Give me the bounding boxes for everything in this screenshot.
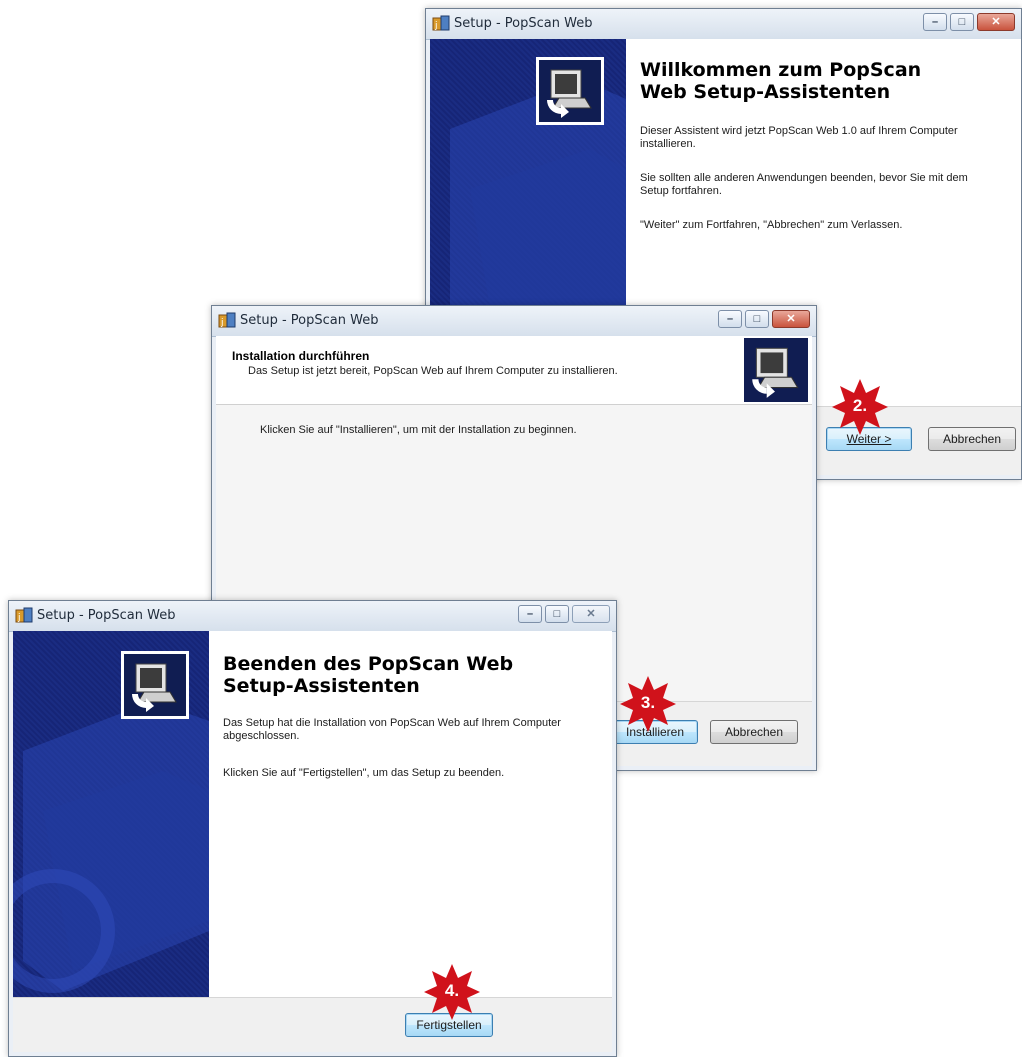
svg-text:j: j bbox=[220, 318, 224, 328]
maximize-icon: □ bbox=[753, 313, 761, 325]
minimize-button[interactable]: – bbox=[518, 605, 542, 623]
install-body-text: Klicken Sie auf "Installieren", um mit d… bbox=[260, 424, 577, 436]
close-icon: ✕ bbox=[786, 313, 796, 325]
install-titlebar[interactable]: j Setup - PopScan Web – □ ✕ bbox=[212, 306, 816, 337]
cancel-button[interactable]: Abbrechen bbox=[710, 720, 798, 744]
cancel-button-label: Abbrechen bbox=[724, 725, 784, 739]
welcome-paragraph-2: Sie sollten alle anderen Anwendungen bee… bbox=[640, 172, 968, 197]
minimize-icon: – bbox=[726, 313, 734, 325]
welcome-paragraph-3: "Weiter" zum Fortfahren, "Abbrechen" zum… bbox=[640, 219, 903, 231]
install-header: Installation durchführen Das Setup ist j… bbox=[216, 336, 812, 405]
welcome-titlebar[interactable]: j Setup - PopScan Web – □ ✕ bbox=[426, 9, 1021, 40]
minimize-button[interactable]: – bbox=[923, 13, 947, 31]
welcome-heading: Willkommen zum PopScan Web Setup-Assiste… bbox=[640, 59, 922, 103]
welcome-paragraph-1: Dieser Assistent wird jetzt PopScan Web … bbox=[640, 125, 958, 150]
step-label: 4. bbox=[444, 981, 460, 1000]
close-icon: ✕ bbox=[991, 16, 1001, 28]
svg-text:j: j bbox=[434, 21, 438, 31]
close-button[interactable]: ✕ bbox=[772, 310, 810, 328]
close-icon: ✕ bbox=[586, 608, 596, 620]
maximize-button[interactable]: □ bbox=[745, 310, 769, 328]
setup-app-icon: j bbox=[432, 15, 450, 31]
finish-titlebar[interactable]: j Setup - PopScan Web – □ ✕ bbox=[9, 601, 616, 632]
window-title: Setup - PopScan Web bbox=[37, 608, 176, 623]
step-badge-3: 3. bbox=[618, 674, 678, 734]
svg-text:j: j bbox=[17, 613, 21, 623]
finish-paragraph-1: Das Setup hat die Installation von PopSc… bbox=[223, 717, 561, 742]
maximize-button[interactable]: □ bbox=[950, 13, 974, 31]
setup-app-icon: j bbox=[15, 607, 33, 623]
close-button[interactable]: ✕ bbox=[572, 605, 610, 623]
setup-app-icon: j bbox=[218, 312, 236, 328]
maximize-icon: □ bbox=[553, 608, 561, 620]
window-title: Setup - PopScan Web bbox=[240, 313, 379, 328]
maximize-icon: □ bbox=[958, 16, 966, 28]
computer-install-icon bbox=[121, 651, 189, 719]
cancel-button-label: Abbrechen bbox=[942, 432, 1002, 446]
window-title: Setup - PopScan Web bbox=[454, 16, 593, 31]
computer-install-icon bbox=[744, 338, 808, 402]
maximize-button[interactable]: □ bbox=[545, 605, 569, 623]
install-header-subtitle: Das Setup ist jetzt bereit, PopScan Web … bbox=[248, 365, 618, 377]
close-button[interactable]: ✕ bbox=[977, 13, 1015, 31]
step-label: 3. bbox=[640, 693, 656, 712]
step-badge-2: 2. bbox=[830, 377, 890, 437]
finish-paragraph-2: Klicken Sie auf "Fertigstellen", um das … bbox=[223, 767, 505, 779]
minimize-button[interactable]: – bbox=[718, 310, 742, 328]
minimize-icon: – bbox=[931, 16, 939, 28]
finish-heading: Beenden des PopScan Web Setup-Assistente… bbox=[223, 653, 514, 697]
install-header-title: Installation durchführen bbox=[232, 349, 370, 363]
step-label: 2. bbox=[852, 396, 868, 415]
computer-install-icon bbox=[536, 57, 604, 125]
step-badge-4: 4. bbox=[422, 962, 482, 1022]
finish-window: j Setup - PopScan Web – □ ✕ Beenden des … bbox=[8, 600, 617, 1057]
cancel-button[interactable]: Abbrechen bbox=[928, 427, 1016, 451]
wizard-banner bbox=[13, 631, 209, 998]
minimize-icon: – bbox=[526, 608, 534, 620]
finish-button-bar: Fertigstellen bbox=[13, 997, 612, 1052]
